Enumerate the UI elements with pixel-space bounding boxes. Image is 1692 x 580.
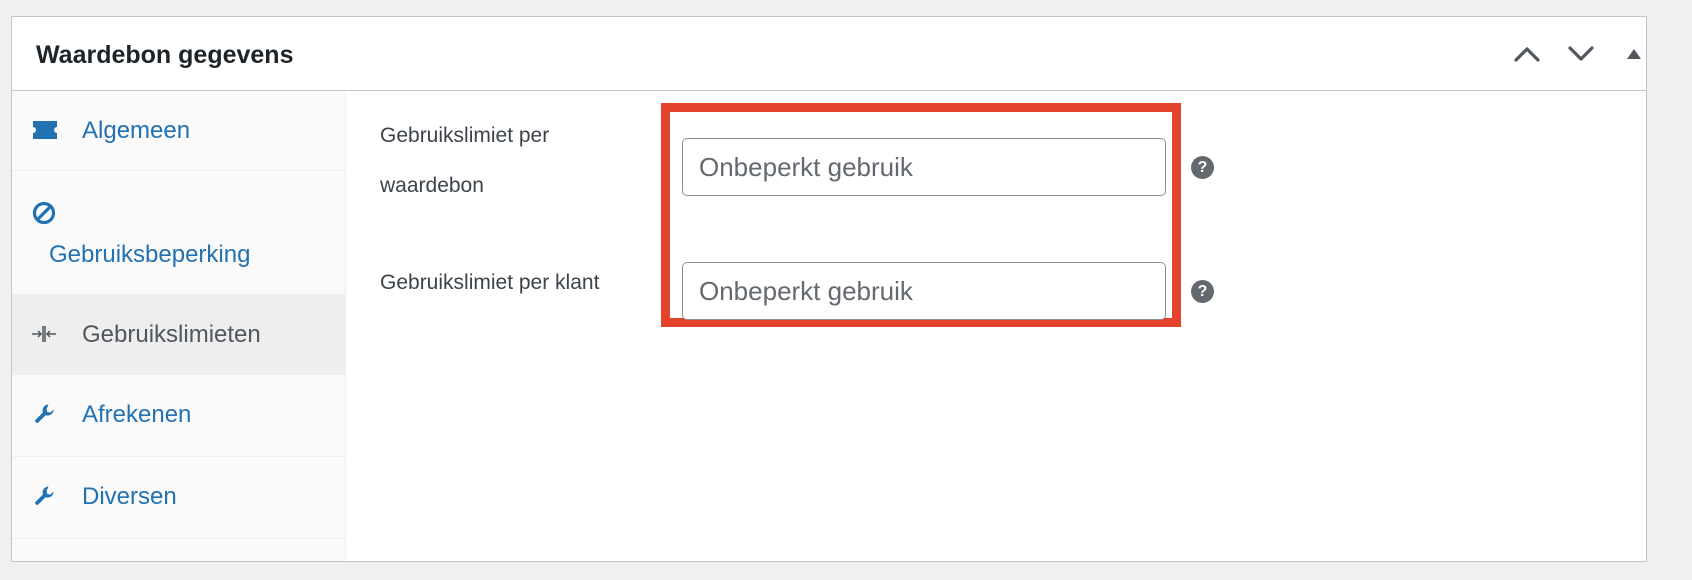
tab-label: Afrekenen xyxy=(82,401,192,428)
usage-limit-per-coupon-label: Gebruikslimiet per waardebon xyxy=(380,111,549,211)
usage-limit-per-user-label: Gebruikslimiet per klant xyxy=(380,271,600,294)
panel-title: Waardebon gegevens xyxy=(36,41,294,69)
collapse-arrows-icon xyxy=(31,325,57,348)
panel-header: Waardebon gegevens xyxy=(12,17,1646,91)
ticket-icon xyxy=(32,120,58,145)
tab-misc[interactable]: Diversen xyxy=(12,457,345,539)
coupon-tabs: Algemeen Gebruiksbeperking Gebruikslimie… xyxy=(12,91,346,561)
chevron-up-icon xyxy=(1514,47,1540,62)
tab-usage-restriction[interactable]: Gebruiksbeperking xyxy=(12,171,345,295)
wrench-icon xyxy=(34,403,56,430)
help-icon[interactable]: ? xyxy=(1191,280,1214,303)
tab-general[interactable]: Algemeen xyxy=(12,91,345,171)
usage-limit-per-coupon-input[interactable] xyxy=(682,138,1166,196)
coupon-data-panel: Waardebon gegevens Algemeen Gebruiksbepe… xyxy=(11,16,1647,562)
wrench-icon xyxy=(34,485,56,512)
usage-limit-per-user-input[interactable] xyxy=(682,262,1166,320)
toggle-panel-button[interactable] xyxy=(1616,39,1652,69)
tab-label: Algemeen xyxy=(82,117,191,144)
chevron-down-icon xyxy=(1568,46,1594,61)
block-icon xyxy=(32,201,56,230)
tab-label: Gebruiksbeperking xyxy=(49,241,251,268)
move-down-button[interactable] xyxy=(1563,39,1599,69)
usage-limits-panel: Gebruikslimiet per waardebon ? Gebruiksl… xyxy=(346,91,1646,561)
tab-label: Diversen xyxy=(82,483,177,510)
label-line: Gebruikslimiet per xyxy=(380,124,550,147)
tab-checkout[interactable]: Afrekenen xyxy=(12,375,345,457)
tab-usage-limits[interactable]: Gebruikslimieten xyxy=(12,295,345,375)
move-up-button[interactable] xyxy=(1509,39,1545,69)
help-icon[interactable]: ? xyxy=(1191,156,1214,179)
label-line: waardebon xyxy=(380,174,484,197)
tab-label: Gebruikslimieten xyxy=(82,321,261,348)
triangle-up-icon xyxy=(1627,49,1641,59)
